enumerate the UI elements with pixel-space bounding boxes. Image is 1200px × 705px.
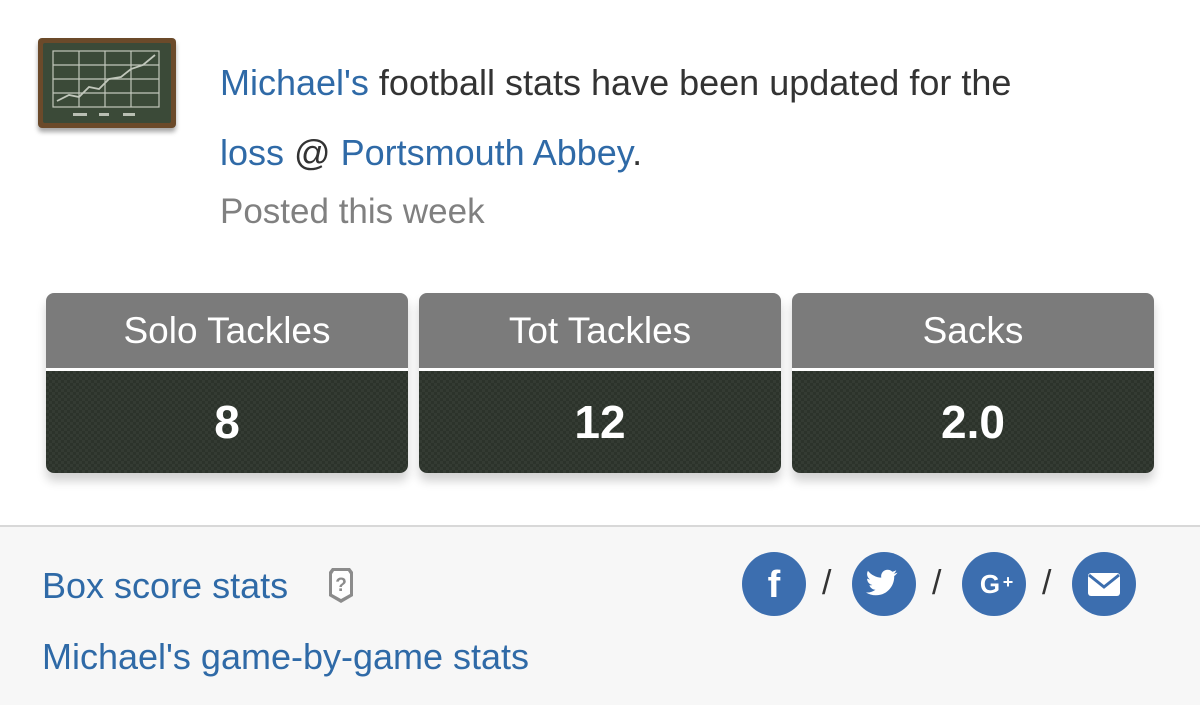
posted-timestamp: Posted this week (220, 192, 485, 231)
google-plus-icon[interactable]: G + (962, 552, 1026, 616)
chalkboard-chart-icon (38, 38, 176, 128)
share-separator: / (932, 564, 942, 602)
stats-row: Solo Tackles 8 Tot Tackles 12 Sacks 2.0 (46, 293, 1154, 473)
twitter-icon[interactable] (852, 552, 916, 616)
game-by-game-link[interactable]: Michael's game-by-game stats (42, 636, 529, 678)
share-separator: / (822, 564, 832, 602)
stat-label: Sacks (792, 293, 1154, 371)
stat-card-sacks: Sacks 2.0 (792, 293, 1154, 473)
question-badge-icon[interactable]: ? (328, 566, 354, 604)
stat-value: 12 (419, 371, 781, 473)
stat-label: Solo Tackles (46, 293, 408, 371)
player-name-link[interactable]: Michael's (220, 62, 369, 103)
svg-text:+: + (1003, 572, 1014, 592)
post-message: Michael's football stats have been updat… (220, 48, 1160, 188)
stat-value: 8 (46, 371, 408, 473)
post-text-middle: football stats have been updated for the (368, 62, 1012, 103)
stat-label: Tot Tackles (419, 293, 781, 371)
at-symbol: @ (284, 132, 341, 173)
post-period: . (632, 132, 643, 173)
facebook-icon[interactable]: f (742, 552, 806, 616)
share-separator: / (1042, 564, 1052, 602)
svg-text:G: G (980, 569, 1000, 599)
stat-card-total-tackles: Tot Tackles 12 (419, 293, 781, 473)
email-icon[interactable] (1072, 552, 1136, 616)
opponent-link[interactable]: Portsmouth Abbey (341, 132, 633, 173)
box-score-link[interactable]: Box score stats (42, 565, 288, 607)
stat-card-solo-tackles: Solo Tackles 8 (46, 293, 408, 473)
post-card: Michael's football stats have been updat… (0, 0, 1200, 525)
stat-value: 2.0 (792, 371, 1154, 473)
svg-text:f: f (768, 564, 781, 606)
svg-text:?: ? (335, 575, 347, 596)
game-result-link[interactable]: loss (220, 132, 284, 173)
